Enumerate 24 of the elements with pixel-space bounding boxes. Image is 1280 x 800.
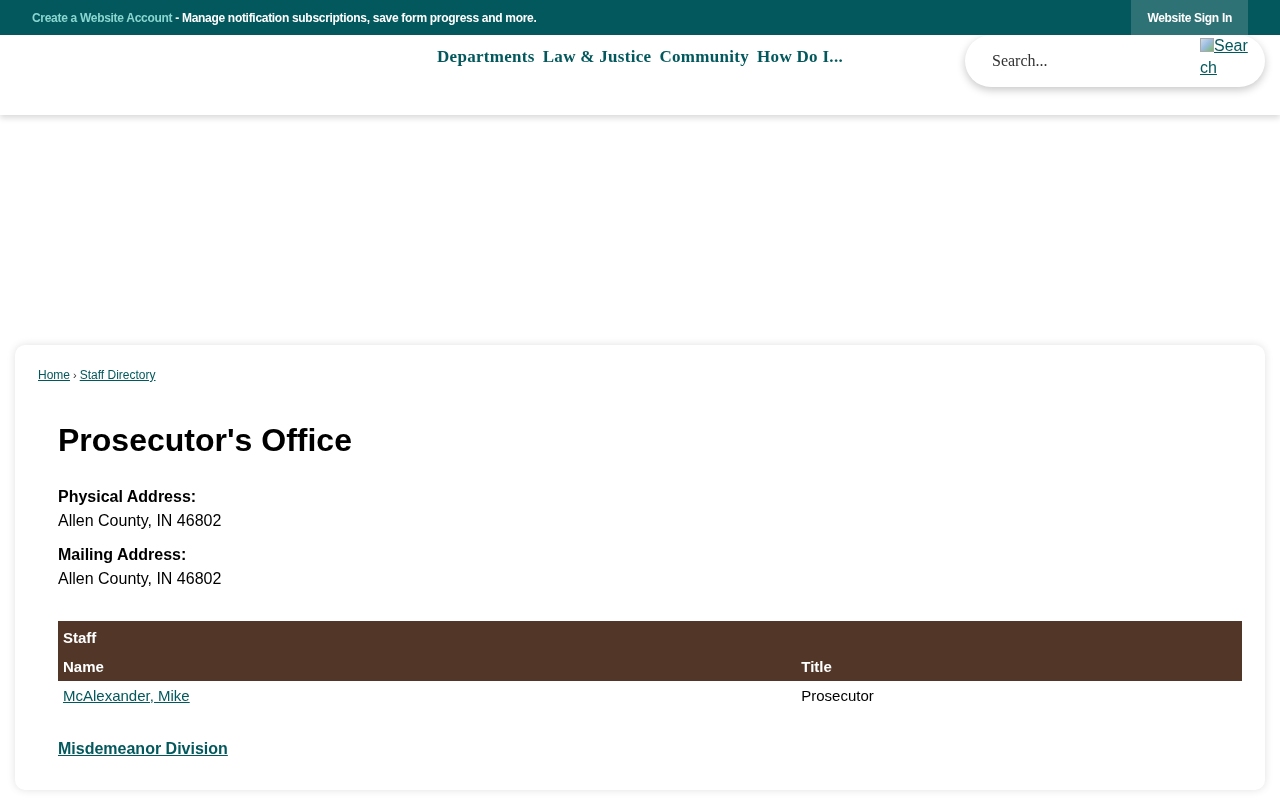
staff-name-link[interactable]: McAlexander, Mike [63, 687, 190, 704]
breadcrumb-separator: › [73, 369, 77, 381]
column-header: Title [796, 652, 1242, 681]
notice-text: - Manage notification subscriptions, save form progress and more. [174, 10, 537, 25]
address-text: Allen County, IN 46802 [58, 569, 223, 589]
section-link[interactable]: Misdemeanor Division [58, 740, 228, 758]
address-text: Allen County, IN 46802 [58, 511, 223, 531]
breadcrumb-link[interactable]: Staff Directory [79, 368, 156, 382]
nav-link[interactable]: How Do I... [757, 47, 843, 67]
page-title: Prosecutor's Office [58, 422, 353, 459]
address-label: Mailing Address: [58, 545, 188, 565]
broken-image-icon [1200, 38, 1214, 52]
nav-link[interactable]: Community [659, 47, 750, 67]
search-field[interactable]: Search... Search [965, 35, 1265, 87]
create-account-link[interactable]: Create a Website Account [32, 10, 173, 25]
column-header: Name [58, 652, 797, 681]
address-label: Physical Address: [58, 487, 198, 507]
search-button[interactable]: Search [1200, 35, 1250, 79]
nav-link[interactable]: Departments [437, 47, 535, 67]
nav-link[interactable]: Law & Justice [542, 47, 652, 67]
breadcrumb-link[interactable]: Home [38, 368, 70, 382]
sign-in-button[interactable]: Website Sign In [1131, 0, 1248, 35]
table-cell: Prosecutor [796, 681, 1242, 710]
table-caption: Staff [58, 621, 1242, 652]
